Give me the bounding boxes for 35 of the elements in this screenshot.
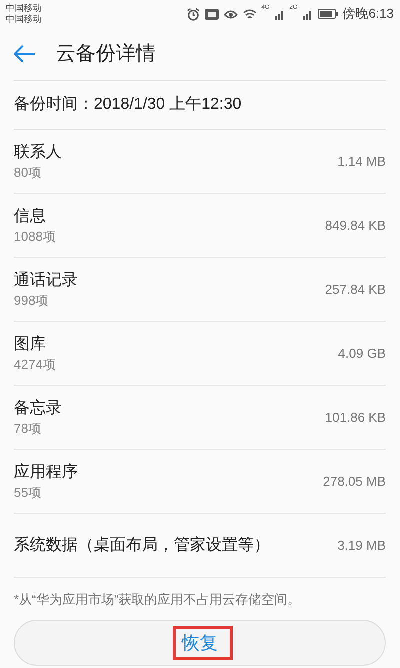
wifi-icon <box>242 8 257 20</box>
item-count: 78项 <box>14 420 42 438</box>
item-size: 3.19 MB <box>338 536 386 555</box>
item-count: 1088项 <box>14 228 56 246</box>
item-size: 257.84 KB <box>325 280 386 299</box>
item-size: 4.09 GB <box>338 344 386 363</box>
carrier-name: 中国移动 <box>6 14 42 25</box>
item-name: 通话记录 <box>14 270 78 290</box>
carrier-name: 中国移动 <box>6 3 42 14</box>
item-name: 应用程序 <box>14 462 78 482</box>
hd-icon <box>204 8 219 20</box>
alarm-icon <box>186 8 200 20</box>
back-arrow-icon[interactable] <box>14 45 36 63</box>
item-size: 278.05 MB <box>323 472 386 491</box>
eye-icon <box>224 8 238 20</box>
clock-time: 傍晚6:13 <box>342 5 394 24</box>
battery-icon <box>318 9 338 19</box>
backup-time: 备份时间：2018/1/30 上午12:30 <box>14 96 242 113</box>
item-name: 信息 <box>14 206 47 226</box>
signal-icon <box>274 8 285 20</box>
item-name: 图库 <box>14 334 47 354</box>
item-count: 998项 <box>14 292 50 310</box>
restore-button[interactable]: 恢复 <box>14 620 386 666</box>
item-size: 1.14 MB <box>338 152 386 171</box>
footnote: *从“华为应用市场”获取的应用不占用云存储空间。 <box>14 592 301 607</box>
item-name: 备忘录 <box>14 398 62 418</box>
item-size: 101.86 KB <box>325 408 386 427</box>
signal-icon <box>302 8 313 20</box>
page-title: 云备份详情 <box>56 42 156 67</box>
item-count: 4274项 <box>14 356 56 374</box>
item-name: 联系人 <box>14 142 62 162</box>
item-count: 55项 <box>14 484 42 502</box>
item-size: 849.84 KB <box>325 216 386 235</box>
item-count: 80项 <box>14 164 42 182</box>
item-name: 系统数据（桌面布局，管家设置等） <box>14 536 270 556</box>
